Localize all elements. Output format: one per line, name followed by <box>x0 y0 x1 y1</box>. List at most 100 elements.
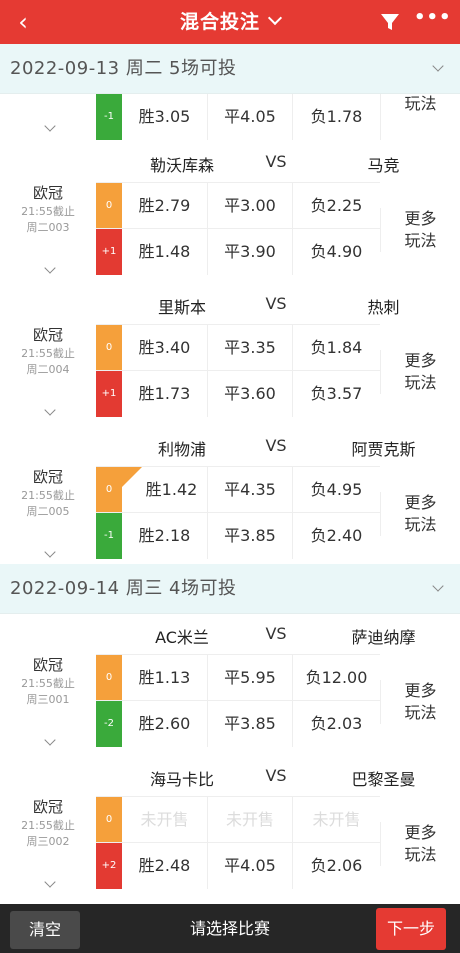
deadline-time: 21:55截止 <box>21 677 75 690</box>
odds-draw[interactable]: 平3.35 <box>207 325 292 371</box>
more-plays-button[interactable]: 更多 玩法 <box>380 350 460 394</box>
odds-draw[interactable]: 平5.95 <box>207 655 292 701</box>
more-plays-label: 更多 <box>404 493 437 512</box>
odds-draw[interactable]: 平3.90 <box>207 229 292 275</box>
filter-icon[interactable] <box>379 11 401 33</box>
odds-lose[interactable]: 负2.06 <box>292 843 380 889</box>
away-team: 巴黎圣曼 <box>351 770 416 789</box>
more-plays-button[interactable]: 更多 玩法 <box>380 822 460 866</box>
home-team: 利物浦 <box>157 440 206 459</box>
odds-draw[interactable]: 平4.05 <box>207 843 292 889</box>
more-plays-label: 玩法 <box>404 373 437 392</box>
odds-win[interactable]: 胜3.05 <box>122 94 207 140</box>
home-team: 里斯本 <box>157 298 206 317</box>
odds-row: +1 胜1.73 平3.60 负3.57 <box>96 370 380 417</box>
more-plays-label: 玩法 <box>404 845 437 864</box>
odds-win[interactable]: 胜2.60 <box>122 701 207 747</box>
more-plays-button[interactable]: 玩法 <box>380 94 460 140</box>
handicap-badge: 0 <box>96 325 122 371</box>
away-team: 阿贾克斯 <box>351 440 416 459</box>
expand-chevron-icon[interactable] <box>44 546 56 558</box>
odds-lose[interactable]: 负2.25 <box>292 183 380 229</box>
date-header-0913[interactable]: 2022-09-13 周二 5场可投 <box>0 44 460 94</box>
home-team: AC米兰 <box>155 628 209 647</box>
match-partial: -1 胜3.05 平4.05 负1.78 玩法 <box>0 94 460 142</box>
odds-lose[interactable]: 负1.78 <box>292 94 380 140</box>
next-step-button[interactable]: 下一步 <box>376 908 446 950</box>
league-name: 欧冠 <box>32 798 63 816</box>
odds-lose[interactable]: 负2.03 <box>292 701 380 747</box>
date-header-0914[interactable]: 2022-09-14 周三 4场可投 <box>0 564 460 614</box>
match-card: 利物浦 VS 阿贾克斯 欧冠 21:55截止 周二005 0 胜1.42 平4.… <box>0 426 460 568</box>
odds-win[interactable]: 胜1.42 <box>122 467 207 513</box>
more-plays-button[interactable]: 更多 玩法 <box>380 492 460 536</box>
expand-chevron-icon[interactable] <box>44 120 56 132</box>
odds-draw[interactable]: 平3.00 <box>207 183 292 229</box>
odds-lose[interactable]: 负2.40 <box>292 513 380 559</box>
league-name: 欧冠 <box>32 326 63 344</box>
odds-win[interactable]: 胜1.48 <box>122 229 207 275</box>
deadline-time: 21:55截止 <box>21 205 75 218</box>
odds-win[interactable]: 胜2.18 <box>122 513 207 559</box>
match-list[interactable]: 2022-09-13 周二 5场可投 -1 胜3.05 平4.05 负1.78 … <box>0 44 460 904</box>
odds-lose[interactable]: 负12.00 <box>292 655 380 701</box>
league-name: 欧冠 <box>32 468 63 486</box>
odds-win[interactable]: 胜1.13 <box>122 655 207 701</box>
away-team: 热刺 <box>367 298 400 317</box>
vs-label: VS <box>265 294 287 313</box>
more-plays-label: 玩法 <box>404 515 437 534</box>
odds-draw[interactable]: 平3.85 <box>207 701 292 747</box>
away-team: 马竞 <box>367 156 400 175</box>
odds-win[interactable]: 胜3.40 <box>122 325 207 371</box>
handicap-badge: 0 <box>96 183 122 229</box>
odds-lose[interactable]: 负1.84 <box>292 325 380 371</box>
chevron-down-icon <box>432 580 444 592</box>
more-plays-label: 更多 <box>404 823 437 842</box>
odds-lose[interactable]: 负4.95 <box>292 467 380 513</box>
handicap-badge: 0 <box>96 797 122 843</box>
deadline-time: 21:55截止 <box>21 347 75 360</box>
handicap-badge: +1 <box>96 371 122 417</box>
league-name: 欧冠 <box>32 184 63 202</box>
more-plays-label: 玩法 <box>404 94 437 113</box>
match-card: 海马卡比 VS 巴黎圣曼 欧冠 21:55截止 周三002 0 未开售 未开售 … <box>0 756 460 898</box>
away-team: 萨迪纳摩 <box>351 628 416 647</box>
clear-button[interactable]: 清空 <box>10 911 80 949</box>
expand-chevron-icon[interactable] <box>44 876 56 888</box>
match-card: AC米兰 VS 萨迪纳摩 欧冠 21:55截止 周三001 0 胜1.13 平5… <box>0 614 460 756</box>
handicap-badge: 0 <box>96 655 122 701</box>
top-bar: ‹ 混合投注 ••• <box>0 0 460 44</box>
more-plays-button[interactable]: 更多 玩法 <box>380 680 460 724</box>
odds-win[interactable]: 胜2.48 <box>122 843 207 889</box>
expand-chevron-icon[interactable] <box>44 262 56 274</box>
handicap-badge: +2 <box>96 843 122 889</box>
deadline-time: 21:55截止 <box>21 819 75 832</box>
expand-chevron-icon[interactable] <box>44 734 56 746</box>
odds-win[interactable]: 胜2.79 <box>122 183 207 229</box>
odds-draw[interactable]: 平4.05 <box>207 94 292 140</box>
match-teams: 里斯本 VS 热刺 <box>96 284 460 324</box>
odds-lose[interactable]: 负4.90 <box>292 229 380 275</box>
handicap-badge: 0 <box>96 467 122 513</box>
odds-draw[interactable]: 平3.60 <box>207 371 292 417</box>
more-plays-label: 更多 <box>404 351 437 370</box>
odds-win[interactable]: 胜1.73 <box>122 371 207 417</box>
match-number: 周二004 <box>26 363 70 376</box>
match-info: 欧冠 21:55截止 周二005 <box>0 466 96 519</box>
vs-label: VS <box>265 152 287 171</box>
handicap-badge: -1 <box>96 94 122 140</box>
handicap-badge: -1 <box>96 513 122 559</box>
odds-draw: 未开售 <box>207 797 292 843</box>
odds-row: 0 胜1.13 平5.95 负12.00 <box>96 654 380 701</box>
expand-chevron-icon[interactable] <box>44 404 56 416</box>
odds-lose[interactable]: 负3.57 <box>292 371 380 417</box>
odds-draw[interactable]: 平3.85 <box>207 513 292 559</box>
more-icon[interactable]: ••• <box>414 8 452 28</box>
match-teams: 利物浦 VS 阿贾克斯 <box>96 426 460 466</box>
more-plays-button[interactable]: 更多 玩法 <box>380 208 460 252</box>
date-label: 2022-09-14 周三 4场可投 <box>10 578 237 599</box>
odds-row: +2 胜2.48 平4.05 负2.06 <box>96 842 380 889</box>
odds-draw[interactable]: 平4.35 <box>207 467 292 513</box>
match-number: 周二003 <box>26 221 70 234</box>
chevron-down-icon <box>432 60 444 72</box>
